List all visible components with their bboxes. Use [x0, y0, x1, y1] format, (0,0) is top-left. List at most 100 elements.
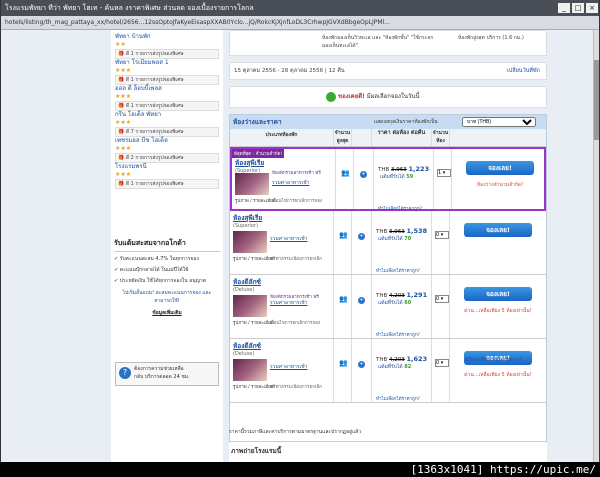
book-now-button[interactable]: จองเลย! [466, 161, 534, 175]
room-type: (Deluxe) [233, 351, 255, 357]
address-bar[interactable]: hotels/listing/th_mag_pattaya_xx/hotel/2… [1, 16, 599, 30]
points: แต้มที่รับได้ 70 [378, 236, 412, 242]
scrollbar-thumb[interactable] [594, 60, 599, 140]
cancel-policy-link[interactable]: ฟรีค่าธรรมเนียมการยกเลิก [270, 383, 322, 390]
max-occupancy: 👥 [334, 211, 352, 274]
star-rating: ★★ [115, 41, 126, 48]
promo-text: ห้องพักรวมอาหารเช้า ฟรี [272, 171, 321, 176]
main-column: ห้องพักมองเห็นวิวทะเล และ "ห้องพักชั้น" … [229, 30, 547, 462]
room-info: ดีสุดที่สุด - จำนวนจำกัด! ห้องสุพีเรีย (Su… [232, 149, 336, 209]
plus-icon[interactable]: + [360, 171, 367, 178]
feature-2: ห้องพักสูงสุด บริการ (1.6 กม.) [458, 35, 524, 41]
availability-note: ด่วน...เหลือเพียง 5 ห้องเท่านั้น! [464, 308, 532, 314]
breakfast-link[interactable]: รวมค่าอาหารเช้า [270, 363, 307, 371]
breakfast-link[interactable]: รวมค่าอาหารเช้า [270, 235, 307, 243]
change-dates-link[interactable]: เปลี่ยนวันที่พัก [507, 63, 540, 79]
new-price: 1,623 [406, 355, 428, 363]
cancel-policy-link[interactable]: ฟรีค่าธรรมเนียมการยกเลิก [270, 255, 322, 262]
why-cheap-link[interactable]: ทำไมเลือกได้ราคาถูก? [376, 267, 420, 274]
gift-icon: 🎁 [118, 181, 125, 187]
qty-select[interactable]: 0 ▾ [435, 231, 449, 239]
sidebar-hotel[interactable]: ออล ดี ล็อบบี้เพลส ★★★ 🎁 ดี 1 รายการส่งรูป… [111, 82, 223, 111]
breakfast-link[interactable]: รวมค่าอาหารเช้า [270, 299, 307, 307]
room-name-link[interactable]: ห้องดีลักซ์ [233, 341, 330, 351]
room-name-link[interactable]: ห้องดีลักซ์ [233, 277, 330, 287]
why-cheap-link[interactable]: ทำไมเลือกได้ราคาถูก? [376, 331, 420, 338]
feature-1: ห้องพักมองเห็นวิวทะเล และ "ห้องพักชั้น" … [322, 35, 434, 49]
currency-label: แสดงสกุลเงินราคาห้องพักเป็น [374, 119, 438, 125]
book-now-button[interactable]: จองเลย! [464, 223, 532, 237]
hotel-features: ห้องพักมองเห็นวิวทะเล และ "ห้องพักชั้น" … [229, 30, 547, 56]
room-photos-link[interactable]: รูปภาพ / รายละเอียด [235, 197, 276, 204]
help-box[interactable]: ? ต้องการความช่วยเหลือ กลับ บริการตลอด 2… [115, 362, 219, 386]
room-thumbnail[interactable] [235, 173, 269, 195]
hotel-name-link[interactable]: โรงแรมพรนี [115, 161, 219, 171]
max-occupancy: 👥 [336, 149, 354, 209]
cancel-policy-link[interactable]: เงื่อนไขการยกเลิกการจอง [270, 319, 320, 326]
room-price: THB 4,203 1,623 แต้มที่รับได้ 82 ทำไมเลือก… [372, 339, 432, 402]
price-footnote: ราคานี้รวมภาษีและค่าบริการตามมาตรฐานและป… [229, 429, 362, 435]
plus-icon[interactable]: + [358, 233, 365, 240]
why-cheap-link[interactable]: ทำไมเลือกได้ราคาถูก? [376, 395, 420, 402]
room-name-link[interactable]: ห้องสุพีเรีย [235, 158, 332, 168]
currency-select[interactable]: บาท (THB) [462, 117, 536, 127]
room-name-link[interactable]: ห้องสุพีเรีย [233, 213, 330, 223]
col-room-type: ประเภทห้องพัก [230, 129, 334, 146]
hotel-name-link[interactable]: กรีน โฮเต็ล พัทยา [115, 109, 219, 119]
plus-icon[interactable]: + [358, 297, 365, 304]
sidebar-hotel[interactable]: พัทยา โรเมียมพลส 1 ★★★ 🎁 ดี 1 รายการส่งรูป… [111, 56, 223, 85]
qty-select[interactable]: 0 ▾ [435, 359, 449, 367]
member-box: รับแต้มสะสมจากอโกด้า ✔ รับคะแนนสะสม 4.7%… [111, 235, 223, 355]
breakfast-link[interactable]: รวมค่าอาหารเช้า [272, 179, 309, 187]
hotel-name-link[interactable]: เพชรมอล บีช โฮเต็ล [115, 135, 219, 145]
room-qty: 0 ▾ [432, 275, 450, 338]
col-qty: จำนวน ห้อง [432, 129, 450, 146]
hotel-name-link[interactable]: ออล ดี ล็อบบี้เพลส [115, 83, 219, 93]
sidebar-hotel[interactable]: เพชรมอล บีช โฮเต็ล ★★★ 🎁 ดี 2 รายการส่งรูป… [111, 134, 223, 163]
sidebar-hotel[interactable]: พัทยา บ้านพัก ★★ 🎁 ดี 1 รายการส่งรูปจองพิเ… [111, 30, 223, 59]
room-rows: ดีสุดที่สุด - จำนวนจำกัด! ห้องสุพีเรีย (Su… [230, 147, 546, 403]
page-content: พัทยา บ้านพัก ★★ 🎁 ดี 1 รายการส่งรูปจองพิเ… [1, 30, 599, 462]
star-rating: ★★★ [115, 145, 132, 152]
rooms-column-header: ประเภทห้องพัก จำนวน สูงสุด ราคา ต่อห้อง … [230, 129, 546, 147]
maximize-button[interactable]: □ [572, 3, 584, 13]
rooms-panel: ห้องว่างและราคา แสดงสกุลเงินราคาห้องพักเ… [229, 114, 547, 444]
member-item: ✔ คะแนนบุ๊กกลายได้ ในแม่ปีได้ใช้ [114, 267, 189, 273]
person-icon: 👥 [339, 295, 348, 303]
star-rating: ★★★ [115, 93, 132, 100]
rooms-header: ห้องว่างและราคา แสดงสกุลเงินราคาห้องพักเ… [230, 115, 546, 129]
why-cheaper-link[interactable]: มีรีหน้าที่ประหยัดกรีมการ? [465, 356, 522, 364]
close-button[interactable]: × [586, 3, 598, 13]
sidebar-hotel[interactable]: กรีน โฮเต็ล พัทยา ★★★ 🎁 ดี 7 รายการส่งรูปจ… [111, 108, 223, 137]
plus-icon[interactable]: + [358, 361, 365, 368]
person-icon: 👥 [341, 169, 350, 177]
hotel-name-link[interactable]: พัทยา บ้านพัก [115, 31, 219, 41]
extra-bed: + [352, 211, 372, 274]
extra-bed: + [352, 275, 372, 338]
book-now-button[interactable]: จองเลย! [464, 287, 532, 301]
sidebar-hotel[interactable]: โรงแรมพรนี ★★★ 🎁 ดี 1 รายการส่งรูปจองพิเศษ [111, 160, 223, 189]
qty-select[interactable]: 1 ▾ [437, 169, 451, 177]
room-thumbnail[interactable] [233, 231, 267, 253]
star-rating: ★★★ [115, 67, 132, 74]
minimize-button[interactable]: _ [558, 3, 570, 13]
cancel-policy-link[interactable]: เงื่อนไขการยกเลิกการจอง [272, 197, 322, 204]
check-icon [326, 92, 336, 102]
person-icon: 👥 [339, 359, 348, 367]
room-photos-link[interactable]: รูปภาพ / รายละเอียด [233, 255, 274, 262]
qty-select[interactable]: 0 ▾ [435, 295, 449, 303]
member-more-link[interactable]: ข้อมูลเพิ่มเติม [114, 309, 220, 317]
room-price: THB 3,963 1,538 แต้มที่รับได้ 70 ทำไมเลือก… [372, 211, 432, 274]
room-photos-link[interactable]: รูปภาพ / รายละเอียด [233, 383, 274, 390]
date-bar: 15 ตุลาคม 2556 - 28 ตุลาคม 2556 | 12 คืน… [229, 62, 547, 80]
room-price: THB 4,203 1,291 แต้มที่รับได้ 60 ทำไมเลือก… [372, 275, 432, 338]
hotel-name-link[interactable]: พัทยา โรเมียมพลส 1 [115, 57, 219, 67]
room-photos-link[interactable]: รูปภาพ / รายละเอียด [233, 319, 274, 326]
room-qty: 0 ▾ [432, 211, 450, 274]
room-thumbnail[interactable] [233, 359, 267, 381]
best-deal-badge: ดีสุดที่สุด - จำนวนจำกัด! [232, 149, 285, 158]
sidebar: พัทยา บ้านพัก ★★ 🎁 ดี 1 รายการส่งรูปจองพิเ… [111, 30, 223, 462]
room-row: ห้องดีลักซ์ (Deluxe) รูปภาพ / รายละเอียด ห้… [230, 275, 546, 339]
room-thumbnail[interactable] [233, 295, 267, 317]
star-rating: ★★★ [115, 119, 132, 126]
